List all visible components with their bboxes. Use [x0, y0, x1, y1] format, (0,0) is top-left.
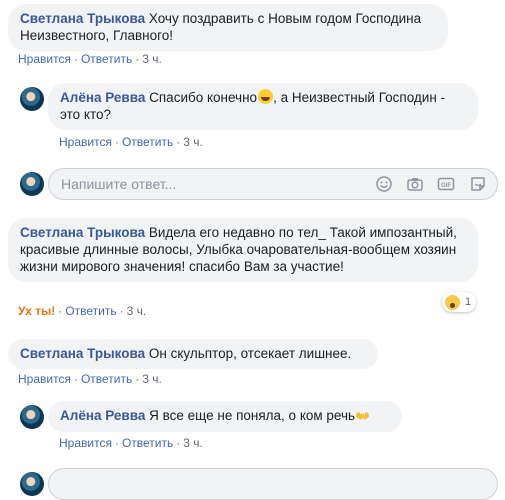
like-link[interactable]: Нравится: [18, 52, 71, 66]
reaction-count: 1: [465, 296, 472, 308]
emoji-icon[interactable]: [375, 175, 393, 193]
comment-text: Я все еще не поняла, о ком речь: [149, 408, 356, 423]
comment-author[interactable]: Алёна Ревва: [60, 408, 145, 423]
like-link[interactable]: Ух ты!: [18, 304, 55, 318]
reply-input-box[interactable]: GIF: [48, 168, 498, 200]
comment-time[interactable]: 3 ч.: [183, 436, 203, 450]
comment-author[interactable]: Алёна Ревва: [60, 90, 145, 105]
camera-icon[interactable]: [406, 175, 424, 193]
reply-input[interactable]: [61, 169, 361, 199]
comment-actions: Нравится · Ответить · 3 ч.: [18, 52, 162, 66]
comment-actions: Нравится · Ответить · 3 ч.: [59, 135, 203, 149]
wow-emoji-icon: [445, 294, 460, 310]
gif-icon[interactable]: GIF: [437, 175, 455, 193]
avatar[interactable]: [20, 472, 44, 496]
comment-time[interactable]: 3 ч.: [142, 372, 162, 386]
comment-actions: Нравится · Ответить · 3 ч.: [18, 372, 162, 386]
reply-link[interactable]: Ответить: [81, 52, 132, 66]
reply-link[interactable]: Ответить: [122, 135, 173, 149]
comment-text: Он скульптор, отсекает лишнее.: [148, 346, 352, 361]
comment-bubble: Светлана Трыкова Хочу поздравить с Новым…: [8, 4, 448, 51]
smile-emoji-icon: [258, 89, 274, 104]
avatar[interactable]: [20, 405, 44, 429]
reaction-badge[interactable]: 1: [442, 292, 477, 312]
like-link[interactable]: Нравится: [18, 372, 71, 386]
comment-bubble: Светлана Трыкова Видела его недавно по т…: [8, 218, 478, 282]
reply-input-box[interactable]: [48, 468, 498, 500]
reply-link[interactable]: Ответить: [65, 304, 116, 318]
reply-link[interactable]: Ответить: [81, 372, 132, 386]
svg-text:GIF: GIF: [441, 183, 451, 189]
reply-bubble: Алёна Ревва Спасибо конечно, а Неизвестн…: [48, 83, 478, 130]
avatar[interactable]: [20, 172, 44, 196]
comment-time[interactable]: 3 ч.: [183, 135, 203, 149]
comment-actions: Ух ты! · Ответить · 3 ч.: [18, 304, 147, 318]
comment-author[interactable]: Светлана Трыкова: [20, 225, 145, 240]
comment-author[interactable]: Светлана Трыкова: [20, 346, 145, 361]
sticker-icon[interactable]: [469, 175, 487, 193]
hands-emoji-icon: 👐: [355, 409, 371, 423]
comment-text: Спасибо конечно: [149, 90, 258, 105]
reply-bubble: Алёна Ревва Я все еще не поняла, о ком р…: [48, 401, 402, 432]
comment-time[interactable]: 3 ч.: [142, 52, 162, 66]
like-link[interactable]: Нравится: [59, 135, 112, 149]
reply-link[interactable]: Ответить: [122, 436, 173, 450]
comment-time[interactable]: 3 ч.: [127, 304, 147, 318]
comment-actions: Нравится · Ответить · 3 ч.: [59, 436, 203, 450]
comment-bubble: Светлана Трыкова Он скульптор, отсекает …: [8, 339, 378, 369]
comment-author[interactable]: Светлана Трыкова: [20, 11, 145, 26]
like-link[interactable]: Нравится: [59, 436, 112, 450]
avatar[interactable]: [20, 87, 44, 111]
